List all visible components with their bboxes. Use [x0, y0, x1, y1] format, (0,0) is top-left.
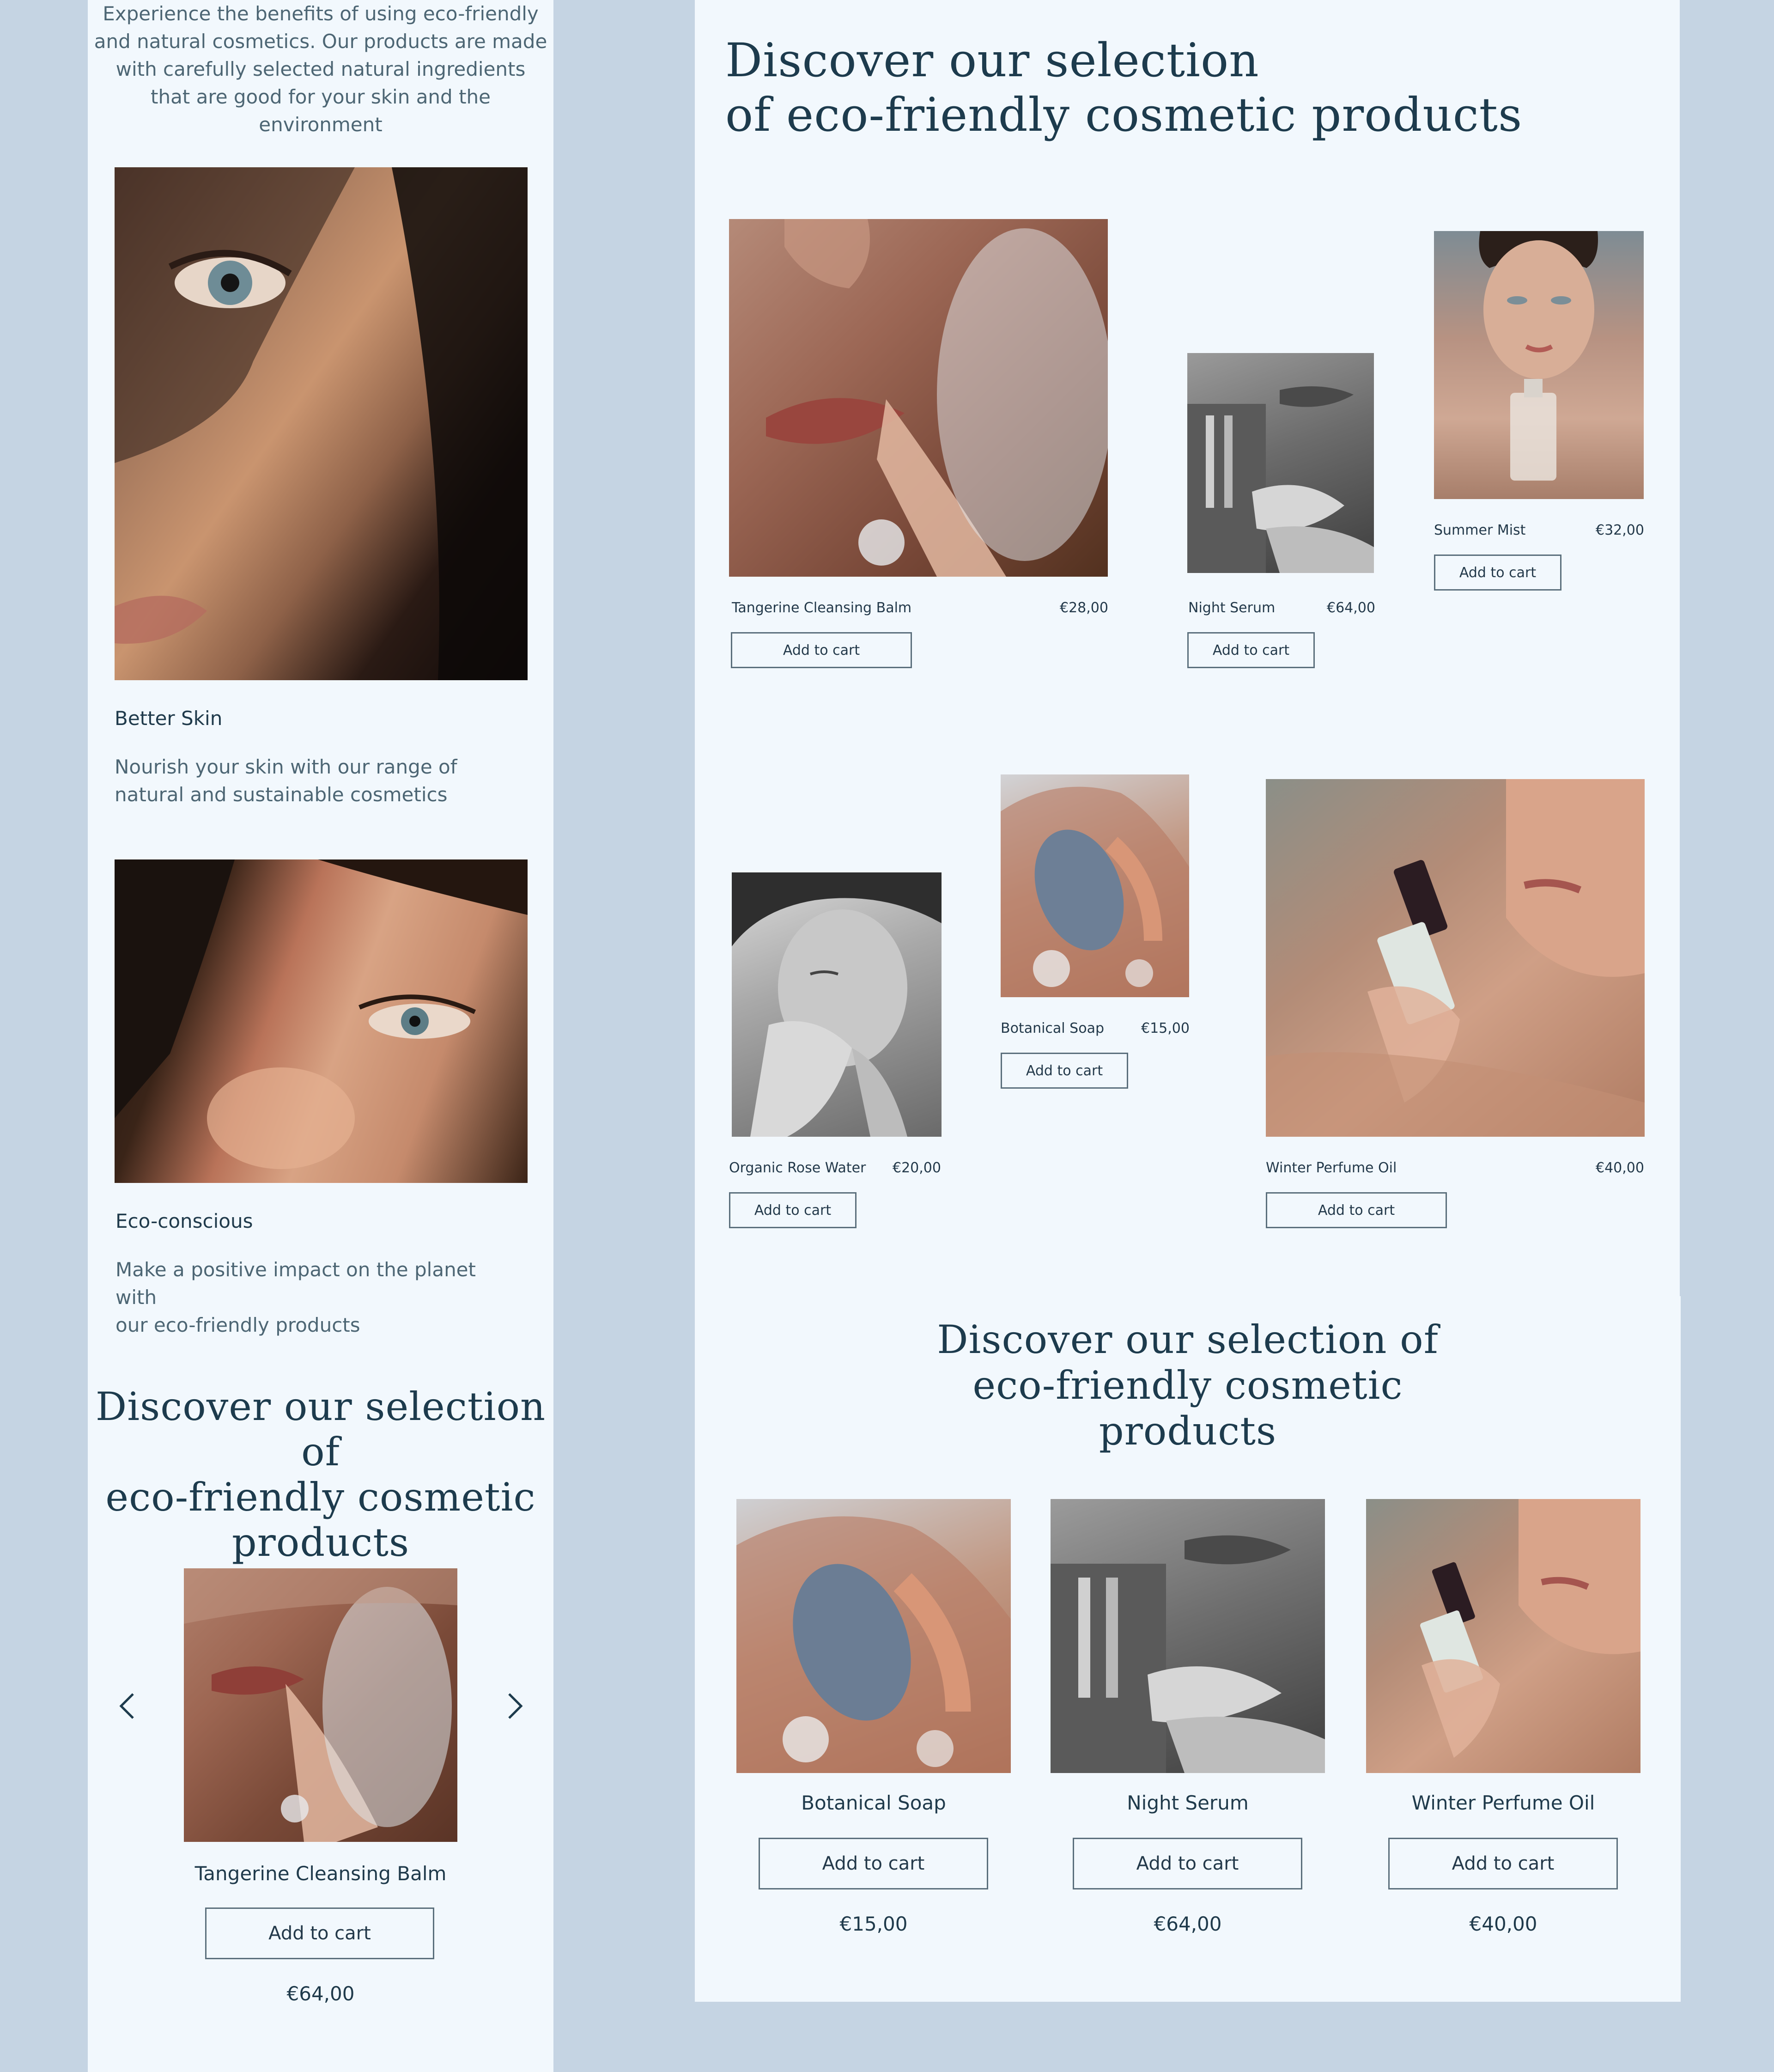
carousel-product-name: Tangerine Cleansing Balm — [194, 1862, 447, 1885]
intro-line: environment — [259, 113, 383, 136]
faces-closeup-photo — [115, 859, 528, 1183]
product-name: Organic Rose Water — [729, 1160, 866, 1176]
heading-line: Discover our selection of — [937, 1317, 1439, 1362]
product-price: €40,00 — [1596, 1160, 1644, 1176]
intro-line: with carefully selected natural ingredie… — [115, 58, 526, 80]
product-image[interactable] — [1187, 353, 1374, 573]
add-to-cart-button[interactable]: Add to cart — [1388, 1838, 1618, 1889]
add-to-cart-button[interactable]: Add to cart — [1187, 632, 1315, 668]
heading-line: eco-friendly cosmetic — [105, 1475, 536, 1520]
product-price: €64,00 — [1154, 1913, 1222, 1935]
product-image[interactable] — [1001, 774, 1189, 997]
product-image[interactable] — [1266, 779, 1645, 1137]
grid-section-heading: Discover our selection of eco-friendly c… — [725, 33, 1522, 142]
intro-line: Experience the benefits of using eco-fri… — [103, 2, 539, 25]
feature-title: Eco-conscious — [115, 1210, 253, 1232]
product-name: Tangerine Cleansing Balm — [732, 600, 912, 616]
add-to-cart-button[interactable]: Add to cart — [1434, 555, 1561, 591]
product-name: Botanical Soap — [1001, 1020, 1105, 1036]
product-name: Winter Perfume Oil — [1266, 1160, 1397, 1176]
product-price: €32,00 — [1596, 522, 1644, 538]
product-name: Winter Perfume Oil — [1411, 1792, 1595, 1814]
grid-section: Discover our selection of eco-friendly c… — [695, 0, 1680, 1296]
product-name: Botanical Soap — [801, 1792, 946, 1814]
row-section: Discover our selection of eco-friendly c… — [695, 1296, 1681, 2002]
eye-closeup-photo — [115, 167, 528, 680]
chevron-left-icon — [119, 1693, 134, 1719]
product-name: Summer Mist — [1434, 522, 1526, 538]
carousel-next-button[interactable] — [505, 1691, 526, 1721]
product-image[interactable] — [736, 1499, 1011, 1773]
add-to-cart-button[interactable]: Add to cart — [1073, 1838, 1302, 1889]
feature-text: Make a positive impact on the planet wit… — [115, 1256, 494, 1339]
mobile-panel: Experience the benefits of using eco-fri… — [88, 0, 553, 2072]
product-name: Night Serum — [1188, 600, 1276, 616]
product-price: €15,00 — [1141, 1020, 1190, 1036]
product-image[interactable] — [1051, 1499, 1325, 1773]
carousel-add-to-cart-button[interactable]: Add to cart — [205, 1907, 434, 1959]
heading-line: products — [1099, 1408, 1277, 1454]
intro-text: Experience the benefits of using eco-fri… — [88, 0, 553, 139]
product-price: €20,00 — [893, 1160, 941, 1176]
product-price: €64,00 — [1327, 600, 1375, 616]
product-image[interactable] — [729, 219, 1108, 577]
product-name: Night Serum — [1127, 1792, 1249, 1814]
feature-text-line: Nourish your skin with our range of — [115, 756, 457, 778]
row-section-heading: Discover our selection of eco-friendly c… — [695, 1317, 1681, 1454]
add-to-cart-button[interactable]: Add to cart — [729, 1192, 857, 1228]
add-to-cart-button[interactable]: Add to cart — [759, 1838, 988, 1889]
intro-line: and natural cosmetics. Our products are … — [94, 30, 547, 53]
product-image[interactable] — [732, 872, 942, 1137]
feature-title: Better Skin — [115, 707, 223, 730]
heading-line: of eco-friendly cosmetic products — [725, 88, 1523, 142]
add-to-cart-button[interactable]: Add to cart — [1266, 1192, 1447, 1228]
add-to-cart-button[interactable]: Add to cart — [1001, 1053, 1128, 1089]
heading-line: Discover our selection of — [95, 1384, 546, 1475]
add-to-cart-button[interactable]: Add to cart — [731, 632, 912, 668]
feature-text-line: Make a positive impact on the planet wit… — [115, 1258, 476, 1309]
mobile-section-heading: Discover our selection of eco-friendly c… — [88, 1384, 553, 1565]
heading-line: eco-friendly cosmetic — [972, 1363, 1403, 1408]
product-price: €40,00 — [1469, 1913, 1537, 1935]
product-image[interactable] — [1434, 231, 1644, 499]
carousel-product-price: €64,00 — [286, 1982, 355, 2005]
feature-text-line: our eco-friendly products — [115, 1314, 360, 1336]
product-price: €15,00 — [839, 1913, 908, 1935]
product-price: €28,00 — [1060, 600, 1108, 616]
feature-text: Nourish your skin with our range of natu… — [115, 753, 484, 809]
carousel-product-image[interactable] — [184, 1568, 457, 1842]
carousel-prev-button[interactable] — [116, 1691, 137, 1721]
product-image[interactable] — [1366, 1499, 1640, 1773]
heading-line: products — [231, 1520, 410, 1565]
chevron-right-icon — [508, 1693, 523, 1719]
heading-line: Discover our selection — [725, 33, 1259, 87]
feature-text-line: natural and sustainable cosmetics — [115, 783, 448, 806]
intro-line: that are good for your skin and the — [150, 85, 491, 108]
